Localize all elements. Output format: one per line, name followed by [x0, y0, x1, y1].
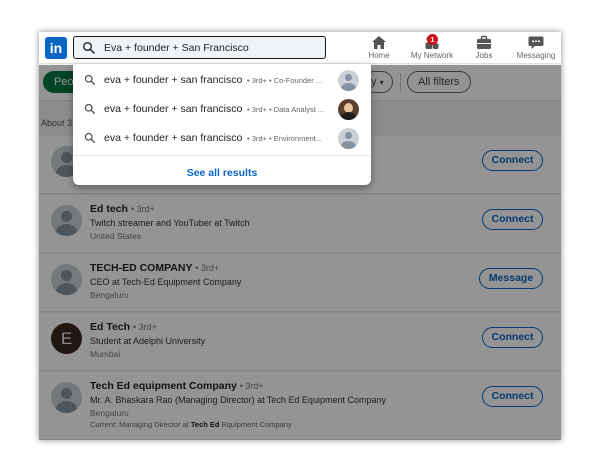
suggestion-query: eva + founder + san francisco [104, 132, 243, 144]
nav-jobs[interactable]: Jobs [472, 35, 496, 63]
nav-home-label: Home [368, 51, 390, 60]
search-icon [84, 74, 95, 85]
search-suggestion[interactable]: eva + founder + san francisco • 3rd+ • D… [73, 96, 371, 125]
suggestion-detail: • 3rd+ • Environment... [247, 134, 323, 143]
suggestion-avatar [338, 99, 359, 120]
suggestion-detail: • 3rd+ • Data Analyst ... [247, 105, 325, 114]
search-icon [82, 41, 95, 54]
notification-badge: 1 [427, 34, 438, 45]
home-icon [372, 36, 386, 49]
search-suggestions-dropdown: eva + founder + san francisco • 3rd+ • C… [73, 64, 371, 185]
suggestion-avatar [338, 70, 359, 91]
nav-messaging[interactable]: Messaging [515, 35, 557, 63]
search-suggestion[interactable]: eva + founder + san francisco • 3rd+ • E… [73, 125, 371, 154]
search-input[interactable] [104, 39, 319, 56]
nav-messaging-label: Messaging [516, 51, 556, 60]
search-icon [84, 132, 95, 143]
nav-home[interactable]: Home [366, 35, 392, 63]
nav-my-network[interactable]: 1 My Network [408, 34, 456, 63]
see-all-results-link[interactable]: See all results [73, 167, 371, 179]
dropdown-divider [73, 155, 371, 156]
suggestion-query: eva + founder + san francisco [104, 103, 243, 115]
suggestion-detail: • 3rd+ • Co-Founder ... [247, 76, 323, 85]
search-suggestion[interactable]: eva + founder + san francisco • 3rd+ • C… [73, 67, 371, 96]
search-icon [84, 103, 95, 114]
nav-jobs-label: Jobs [475, 51, 493, 60]
messaging-icon [528, 36, 544, 49]
search-box[interactable] [73, 36, 326, 59]
nav-my-network-label: My Network [410, 51, 454, 60]
app-window: in Home 1 My Network [39, 32, 561, 440]
suggestion-query: eva + founder + san francisco [104, 74, 243, 86]
top-nav-bar: in Home 1 My Network [39, 32, 561, 64]
linkedin-logo[interactable]: in [45, 37, 67, 59]
jobs-icon [477, 35, 491, 49]
suggestion-avatar [338, 128, 359, 149]
